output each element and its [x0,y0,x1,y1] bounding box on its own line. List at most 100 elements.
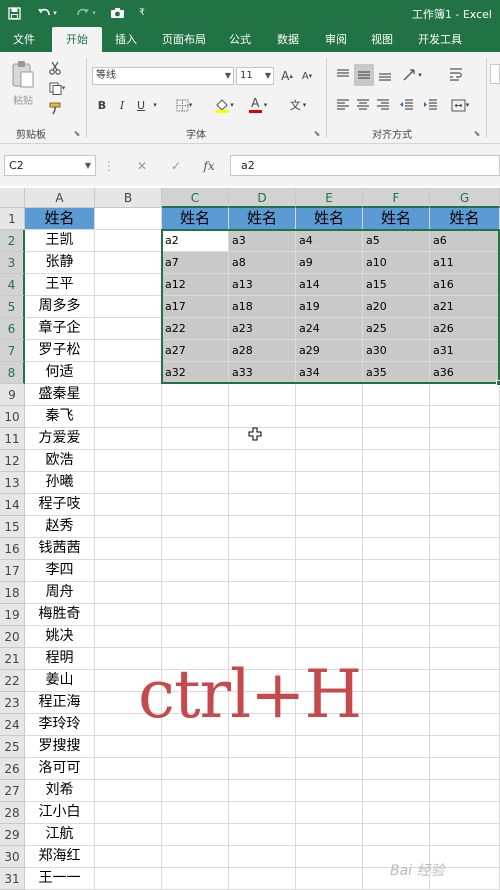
table-cell[interactable]: a8 [229,252,296,274]
name-cell[interactable]: 赵秀 [25,516,95,538]
empty-cell[interactable] [229,780,296,802]
name-cell[interactable]: 张静 [25,252,95,274]
empty-cell[interactable] [95,494,162,516]
tab-developer[interactable]: 开发工具 [410,27,470,52]
column-header-d[interactable]: D [229,188,296,208]
empty-cell[interactable] [95,560,162,582]
select-all-button[interactable] [0,188,25,208]
empty-cell[interactable] [363,494,430,516]
table-cell[interactable]: a32 [162,362,229,384]
empty-cell[interactable] [95,604,162,626]
name-cell[interactable]: 姚决 [25,626,95,648]
name-cell[interactable]: 姜山 [25,670,95,692]
empty-cell[interactable] [95,802,162,824]
name-cell[interactable]: 李玲玲 [25,714,95,736]
font-color-button[interactable]: A ▾ [244,96,272,114]
row-header[interactable]: 17 [0,560,25,582]
name-cell[interactable]: 方爱爱 [25,428,95,450]
row-header[interactable]: 13 [0,472,25,494]
row-header[interactable]: 31 [0,868,25,890]
tab-page-layout[interactable]: 页面布局 [154,27,214,52]
empty-cell[interactable] [430,560,500,582]
empty-cell[interactable] [363,516,430,538]
empty-cell[interactable] [363,472,430,494]
empty-cell[interactable] [430,736,500,758]
empty-cell[interactable] [296,780,363,802]
table-cell[interactable]: a34 [296,362,363,384]
empty-cell[interactable] [229,516,296,538]
active-cell[interactable]: a2 [162,230,229,252]
table-cell[interactable]: a26 [430,318,500,340]
empty-cell[interactable] [363,780,430,802]
empty-cell[interactable] [229,758,296,780]
empty-cell[interactable] [162,868,229,890]
column-header-b[interactable]: B [95,188,162,208]
tab-data[interactable]: 数据 [268,27,308,52]
alignment-launcher-icon[interactable]: ⬊ [472,128,482,138]
bold-button[interactable]: B [94,96,110,114]
empty-cell[interactable] [95,626,162,648]
empty-cell[interactable] [430,802,500,824]
table-header-cell[interactable]: 姓名 [229,208,296,230]
empty-cell[interactable] [162,494,229,516]
table-cell[interactable]: a30 [363,340,430,362]
empty-cell[interactable] [430,582,500,604]
table-cell[interactable]: a25 [363,318,430,340]
empty-cell[interactable] [296,802,363,824]
row-header[interactable]: 9 [0,384,25,406]
empty-cell[interactable] [363,538,430,560]
align-center-icon[interactable] [354,96,372,114]
name-cell[interactable]: 王凯 [25,230,95,252]
name-cell[interactable]: 刘希 [25,780,95,802]
empty-cell[interactable] [162,560,229,582]
empty-cell[interactable] [162,516,229,538]
empty-cell[interactable] [296,538,363,560]
empty-cell[interactable] [229,560,296,582]
name-cell[interactable]: 程正海 [25,692,95,714]
empty-cell[interactable] [162,384,229,406]
empty-cell[interactable] [95,472,162,494]
empty-cell[interactable] [296,516,363,538]
table-cell[interactable]: a33 [229,362,296,384]
column-header-c[interactable]: C [162,188,229,208]
name-cell[interactable]: 李四 [25,560,95,582]
empty-cell[interactable] [430,670,500,692]
empty-cell[interactable] [95,758,162,780]
table-cell[interactable]: a13 [229,274,296,296]
empty-cell[interactable] [296,450,363,472]
empty-cell[interactable] [95,252,162,274]
name-cell[interactable]: 孙曦 [25,472,95,494]
row-header[interactable]: 3 [0,252,25,274]
table-header-cell[interactable]: 姓名 [363,208,430,230]
empty-cell[interactable] [430,714,500,736]
row-header[interactable]: 1 [0,208,25,230]
tab-formulas[interactable]: 公式 [220,27,260,52]
table-cell[interactable]: a28 [229,340,296,362]
table-cell[interactable]: a18 [229,296,296,318]
row-header[interactable]: 15 [0,516,25,538]
underline-button[interactable]: U [134,96,148,114]
table-cell[interactable]: a23 [229,318,296,340]
name-cell[interactable]: 秦飞 [25,406,95,428]
row-header[interactable]: 25 [0,736,25,758]
column-header-g[interactable]: G [430,188,500,208]
decrease-indent-icon[interactable] [396,96,416,114]
empty-cell[interactable] [296,824,363,846]
row-header[interactable]: 6 [0,318,25,340]
shrink-font-button[interactable]: A ▾ [298,67,316,85]
empty-cell[interactable] [229,406,296,428]
name-cell[interactable]: 程明 [25,648,95,670]
empty-cell[interactable] [95,450,162,472]
table-cell[interactable]: a27 [162,340,229,362]
empty-cell[interactable] [95,406,162,428]
empty-cell[interactable] [95,428,162,450]
empty-cell[interactable] [363,758,430,780]
empty-cell[interactable] [296,868,363,890]
empty-cell[interactable] [363,824,430,846]
clipboard-launcher-icon[interactable]: ⬊ [72,128,82,138]
row-header[interactable]: 14 [0,494,25,516]
table-cell[interactable]: a14 [296,274,363,296]
empty-cell[interactable] [430,516,500,538]
tab-file[interactable]: 文件 [2,27,46,52]
empty-cell[interactable] [229,538,296,560]
